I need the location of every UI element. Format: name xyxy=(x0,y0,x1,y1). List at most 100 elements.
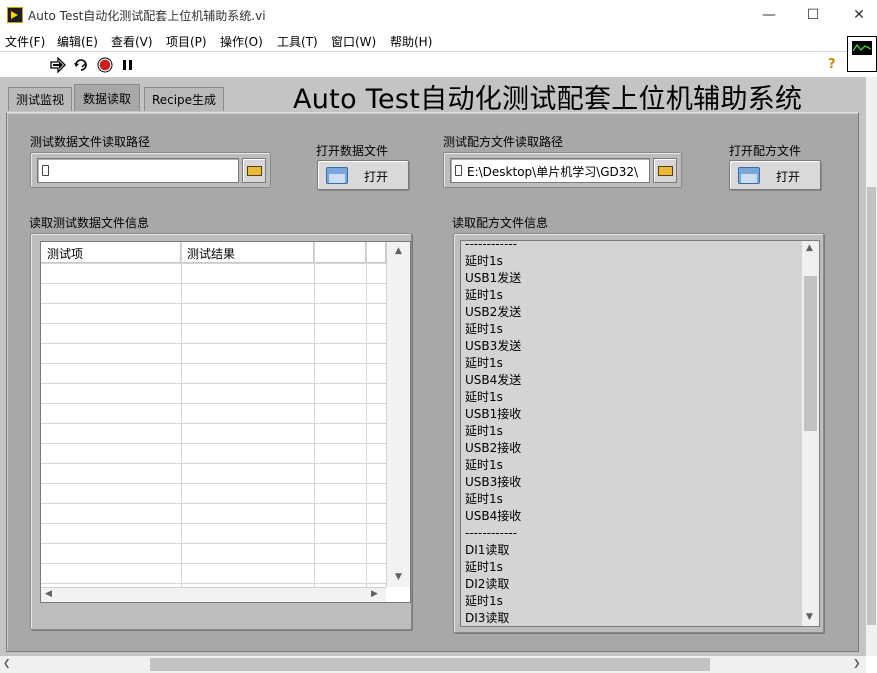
recipe-text-display[interactable]: ------------ 延时1s USB1发送 延时1s USB2发送 延时1s USB3… xyxy=(460,240,820,627)
menu-edit[interactable]: 编辑(E) xyxy=(57,33,98,50)
menu-project[interactable]: 项目(P) xyxy=(166,33,207,50)
table-row-divider xyxy=(41,323,386,324)
tab-recipe-gen[interactable]: Recipe生成 xyxy=(144,87,224,111)
scroll-down-icon[interactable]: ▼ xyxy=(395,572,402,582)
scrollbar-thumb[interactable] xyxy=(804,276,817,431)
column-header[interactable] xyxy=(366,242,386,263)
column-header[interactable]: 测试项 xyxy=(41,242,181,263)
open-data-file-label: 打开数据文件 xyxy=(316,144,389,158)
tab-monitor[interactable]: 测试监视 xyxy=(8,87,72,111)
recipe-browse-button[interactable] xyxy=(653,158,677,183)
open-folder-icon xyxy=(326,167,348,184)
recipe-line: USB2发送 xyxy=(465,305,522,319)
open-recipe-button-label: 打开 xyxy=(776,170,801,184)
recipe-path-label: 测试配方文件读取路径 xyxy=(443,135,564,149)
recipe-line: ------------ xyxy=(465,526,517,540)
table-column-divider xyxy=(181,242,182,587)
window-horizontal-scrollbar[interactable]: ❮ ❯ xyxy=(0,656,866,673)
recipe-line: 延时1s xyxy=(465,492,503,506)
menu-view[interactable]: 查看(V) xyxy=(111,33,153,50)
table-column-divider xyxy=(314,242,315,587)
menu-window[interactable]: 窗口(W) xyxy=(331,33,376,50)
menu-operate[interactable]: 操作(O) xyxy=(220,33,263,50)
scroll-down-icon[interactable]: ▼ xyxy=(806,612,813,622)
recipe-line: USB1发送 xyxy=(465,271,522,285)
column-header[interactable] xyxy=(314,242,366,263)
labview-window: Auto Test自动化测试配套上位机辅助系统.vi — ☐ ✕ 文件(F) 编… xyxy=(0,0,877,673)
window-title: Auto Test自动化测试配套上位机辅助系统.vi xyxy=(28,9,266,23)
close-button[interactable]: ✕ xyxy=(836,0,877,30)
table-row-divider xyxy=(41,343,386,344)
table-row-divider xyxy=(41,583,386,584)
table-row-divider xyxy=(41,363,386,364)
recipe-line: DI3读取 xyxy=(465,611,510,625)
recipe-path-control: E:\Desktop\单片机学习\GD32\ xyxy=(443,152,682,188)
toolbar: ? xyxy=(0,51,877,76)
tab-data-read[interactable]: 数据读取 xyxy=(74,84,140,111)
recipe-path-input[interactable]: E:\Desktop\单片机学习\GD32\ xyxy=(450,158,650,183)
menu-help[interactable]: 帮助(H) xyxy=(390,33,432,50)
maximize-button[interactable]: ☐ xyxy=(790,0,836,30)
scrollbar-thumb[interactable] xyxy=(867,187,876,625)
window-vertical-scrollbar[interactable] xyxy=(866,77,877,656)
run-continuously-icon[interactable] xyxy=(73,57,89,73)
table-row-divider xyxy=(41,543,386,544)
recipe-line: USB3发送 xyxy=(465,339,522,353)
menu-file[interactable]: 文件(F) xyxy=(5,33,45,50)
recipe-line: DI1读取 xyxy=(465,543,510,557)
scroll-right-icon[interactable]: ❯ xyxy=(853,659,861,669)
recipe-vertical-scrollbar[interactable]: ▲ ▼ xyxy=(802,241,819,626)
help-icon[interactable]: ? xyxy=(828,58,840,72)
table-row-divider xyxy=(41,423,386,424)
menu-bar: 文件(F) 编辑(E) 查看(V) 项目(P) 操作(O) 工具(T) 窗口(W… xyxy=(0,30,877,50)
data-table-frame: 测试项 测试结果 ▲ ▼ ◀ ▶ xyxy=(30,233,412,630)
abort-icon[interactable] xyxy=(97,57,113,73)
title-bar: Auto Test自动化测试配套上位机辅助系统.vi — ☐ ✕ xyxy=(0,0,877,30)
table-vertical-scrollbar[interactable]: ▲ ▼ xyxy=(386,242,410,587)
recipe-line: USB2接收 xyxy=(465,441,522,455)
recipe-line: USB3接收 xyxy=(465,475,522,489)
recipe-line: 延时1s xyxy=(465,458,503,472)
open-recipe-file-button[interactable]: 打开 xyxy=(729,160,821,190)
data-path-input[interactable] xyxy=(37,158,239,183)
recipe-line: 延时1s xyxy=(465,356,503,370)
table-row-divider xyxy=(41,263,386,264)
run-arrow-icon[interactable] xyxy=(50,57,66,73)
data-table[interactable]: 测试项 测试结果 ▲ ▼ ◀ ▶ xyxy=(40,241,411,603)
folder-icon xyxy=(247,166,262,176)
data-info-label: 读取测试数据文件信息 xyxy=(29,216,150,230)
data-browse-button[interactable] xyxy=(242,158,266,183)
scrollbar-thumb[interactable] xyxy=(150,658,710,671)
scroll-up-icon[interactable]: ▲ xyxy=(806,243,813,253)
scroll-left-icon[interactable]: ◀ xyxy=(45,589,52,599)
scroll-up-icon[interactable]: ▲ xyxy=(395,246,402,256)
front-panel: 测试监视 数据读取 Recipe生成 Auto Test自动化测试配套上位机辅助… xyxy=(0,77,866,656)
table-row-divider xyxy=(41,443,386,444)
table-row-divider xyxy=(41,463,386,464)
recipe-line: 延时1s xyxy=(465,560,503,574)
table-row-divider xyxy=(41,523,386,524)
recipe-line: USB1接收 xyxy=(465,407,522,421)
recipe-line: 延时1s xyxy=(465,594,503,608)
recipe-line: ------------ xyxy=(465,240,517,251)
tab-page-data-read: 测试数据文件读取路径 打开数据文件 打开 测试配方文件读取路径 E:\Deskt… xyxy=(6,112,859,652)
scroll-left-icon[interactable]: ❮ xyxy=(3,659,11,669)
table-horizontal-scrollbar[interactable]: ◀ ▶ xyxy=(41,587,386,602)
panel-title: Auto Test自动化测试配套上位机辅助系统 xyxy=(293,84,803,115)
recipe-line: 延时1s xyxy=(465,254,503,268)
recipe-line: USB4发送 xyxy=(465,373,522,387)
table-row-divider xyxy=(41,383,386,384)
table-row-divider xyxy=(41,303,386,304)
scroll-right-icon[interactable]: ▶ xyxy=(371,589,378,599)
vi-connector-icon[interactable] xyxy=(847,36,877,72)
recipe-path-value: E:\Desktop\单片机学习\GD32\ xyxy=(467,165,639,179)
labview-vi-icon xyxy=(7,7,23,23)
menu-tools[interactable]: 工具(T) xyxy=(277,33,318,50)
table-row-divider xyxy=(41,503,386,504)
column-header[interactable]: 测试结果 xyxy=(181,242,314,263)
pause-icon[interactable] xyxy=(120,57,136,73)
open-folder-icon xyxy=(738,167,760,184)
minimize-button[interactable]: — xyxy=(746,0,792,30)
recipe-line: USB4接收 xyxy=(465,509,522,523)
open-data-file-button[interactable]: 打开 xyxy=(317,160,409,190)
